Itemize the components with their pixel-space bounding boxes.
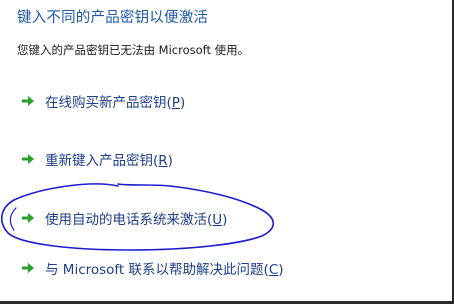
page-subtitle: 您键入的产品密钥已无法由 Microsoft 使用。 bbox=[17, 43, 250, 57]
option-label[interactable]: 与 Microsoft 联系以帮助解决此问题(C) bbox=[45, 258, 284, 278]
option-label[interactable]: 重新键入产品密钥(R) bbox=[45, 149, 173, 169]
page-title: 键入不同的产品密钥以便激活 bbox=[17, 10, 209, 26]
green-arrow-icon bbox=[22, 154, 34, 164]
green-arrow-icon bbox=[22, 263, 34, 273]
option-retype-key[interactable]: 重新键入产品密钥(R) bbox=[21, 148, 173, 170]
option-phone-activation[interactable]: 使用自动的电话系统来激活(U) bbox=[21, 207, 227, 229]
option-label[interactable]: 在线购买新产品密钥(P) bbox=[45, 91, 185, 111]
option-buy-key-online[interactable]: 在线购买新产品密钥(P) bbox=[21, 90, 185, 112]
option-contact-microsoft[interactable]: 与 Microsoft 联系以帮助解决此问题(C) bbox=[21, 257, 284, 279]
option-label[interactable]: 使用自动的电话系统来激活(U) bbox=[45, 208, 227, 228]
green-arrow-icon bbox=[22, 213, 34, 223]
green-arrow-icon bbox=[22, 96, 34, 106]
